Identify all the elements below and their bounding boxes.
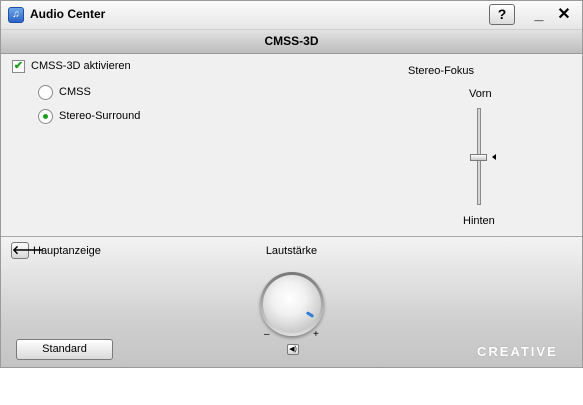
- volume-minus-label: –: [264, 329, 270, 340]
- title-bar: ♫ Audio Center ? _ ✕: [1, 1, 582, 30]
- slider-pointer-icon: [492, 153, 496, 160]
- stereo-surround-radio-label: Stereo-Surround: [59, 110, 141, 122]
- close-button[interactable]: ✕: [556, 5, 572, 25]
- creative-logo: CREATIVE: [477, 344, 558, 359]
- stereo-focus-title: Stereo-Fokus: [408, 65, 475, 77]
- minimize-button[interactable]: _: [531, 5, 547, 25]
- cmss-enable-label: CMSS-3D aktivieren: [31, 60, 131, 72]
- section-title: CMSS-3D: [1, 30, 582, 54]
- cmss-radio[interactable]: [38, 85, 53, 100]
- mute-button[interactable]: ◀): [287, 344, 299, 355]
- cmss-panel: ✔ CMSS-3D aktivieren CMSS Stereo-Surroun…: [1, 54, 582, 237]
- music-note-icon: ♫: [8, 7, 24, 23]
- volume-label: Lautstärke: [265, 245, 318, 257]
- volume-knob-face: [263, 275, 321, 333]
- volume-plus-label: +: [313, 329, 319, 340]
- cmss-enable-checkbox[interactable]: ✔: [12, 60, 25, 73]
- audio-center-window: ♫ Audio Center ? _ ✕ CMSS-3D ✔ CMSS-3D a…: [0, 0, 583, 368]
- volume-knob[interactable]: [260, 272, 324, 336]
- window-title: Audio Center: [30, 7, 106, 21]
- stereo-surround-radio[interactable]: [38, 109, 53, 124]
- cmss-radio-label: CMSS: [59, 86, 91, 98]
- speaker-icon: ◀): [289, 346, 297, 353]
- volume-knob-indicator: [305, 311, 315, 319]
- stereo-focus-back-label: Hinten: [463, 215, 495, 227]
- bottom-panel: 🡐 Hauptanzeige Lautstärke – + ◀) Standar…: [1, 237, 582, 367]
- stereo-focus-front-label: Vorn: [469, 88, 492, 100]
- stereo-focus-slider-thumb[interactable]: [470, 153, 487, 161]
- standard-button[interactable]: Standard: [16, 339, 113, 360]
- help-button[interactable]: ?: [489, 4, 515, 25]
